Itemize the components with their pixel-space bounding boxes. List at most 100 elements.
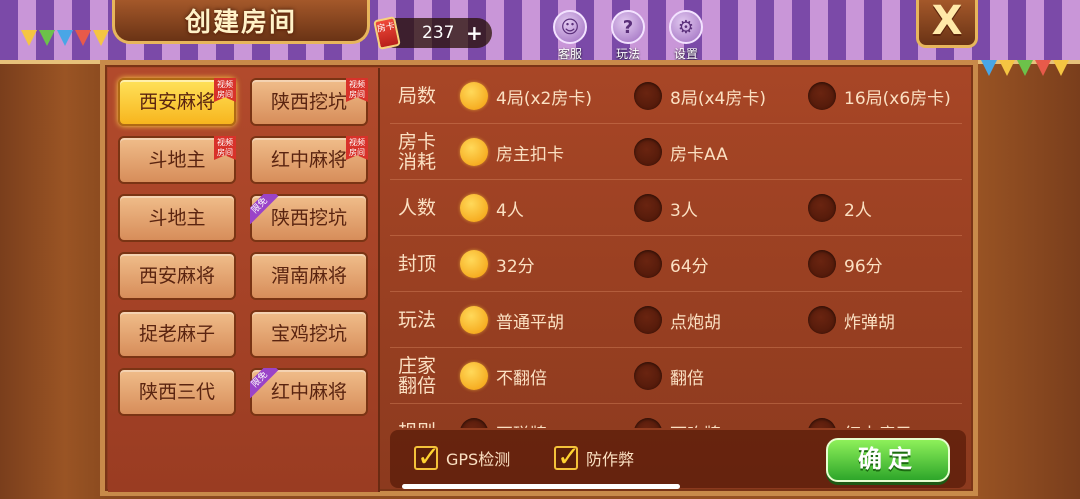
option-row: 庄家翻倍 不翻倍 翻倍 <box>390 348 962 404</box>
option-radio[interactable]: 可吃牌 <box>634 417 721 428</box>
home-indicator <box>402 484 680 489</box>
game-button[interactable]: 捉老麻子 <box>118 310 236 358</box>
gear-icon: ⚙ <box>669 10 703 44</box>
option-label: 房卡AA <box>670 144 728 165</box>
game-button[interactable]: 斗地主 <box>118 194 236 242</box>
option-label: 可吃牌 <box>670 420 721 429</box>
option-label: 不碰牌 <box>496 420 547 429</box>
option-row: 封顶 32分 64分 96分 <box>390 236 962 292</box>
free-tag-label: 限免 <box>250 194 279 224</box>
gps-check-checkbox[interactable]: GPS检测 <box>414 440 511 473</box>
page-title: 创建房间 <box>184 8 297 38</box>
radio-empty-icon <box>634 194 662 222</box>
game-button[interactable]: 西安麻将 视频房间 <box>118 78 236 126</box>
option-label: 炸弹胡 <box>844 312 895 333</box>
option-radio[interactable]: 4局(x2房卡) <box>460 81 592 111</box>
video-room-tag: 视频房间 <box>214 136 236 160</box>
radio-selected-icon <box>460 194 488 222</box>
confirm-button[interactable]: 确定 <box>826 438 950 482</box>
option-radio[interactable]: 红中癞子 <box>808 417 912 428</box>
option-radio[interactable]: 房卡AA <box>634 137 728 167</box>
game-label: 陕西三代 <box>138 381 215 403</box>
video-room-tag: 视频房间 <box>346 136 368 160</box>
game-button[interactable]: 红中麻将 视频房间 <box>250 136 368 184</box>
free-tag: 限免 <box>250 194 280 224</box>
option-radio[interactable]: 32分 <box>460 249 535 279</box>
game-label: 陕西挖坑 <box>270 207 347 229</box>
game-button[interactable]: 斗地主 视频房间 <box>118 136 236 184</box>
service-icon: ☺ <box>553 10 587 44</box>
option-label: 8局(x4房卡) <box>670 88 766 109</box>
option-label: 64分 <box>670 256 709 277</box>
close-button[interactable]: X <box>916 0 978 48</box>
radio-selected-icon <box>460 306 488 334</box>
game-label: 西安麻将 <box>138 91 215 113</box>
option-row-label: 局数 <box>398 85 437 107</box>
options-panel: 局数 4局(x2房卡) 8局(x4房卡) 16局(x6房卡) 房卡消耗 房主扣卡 房卡AA 人… <box>390 68 972 428</box>
option-radio[interactable]: 普通平胡 <box>460 305 564 335</box>
option-label: 2人 <box>844 200 872 221</box>
video-room-tag: 视频房间 <box>346 78 368 102</box>
option-label: 3人 <box>670 200 698 221</box>
option-row-label: 庄家翻倍 <box>398 355 437 397</box>
game-label: 红中麻将 <box>270 381 347 403</box>
option-label: 16局(x6房卡) <box>844 88 951 109</box>
radio-empty-icon <box>634 82 662 110</box>
game-button[interactable]: 红中麻将 限免 <box>250 368 368 416</box>
radio-empty-icon <box>634 138 662 166</box>
game-button[interactable]: 宝鸡挖坑 <box>250 310 368 358</box>
option-radio[interactable]: 2人 <box>808 193 872 223</box>
radio-empty-icon <box>808 250 836 278</box>
game-label: 斗地主 <box>148 207 206 229</box>
game-label: 斗地主 <box>148 149 206 171</box>
game-button[interactable]: 陕西挖坑 限免 <box>250 194 368 242</box>
game-label: 捉老麻子 <box>138 323 215 345</box>
anti-cheat-checkbox[interactable]: 防作弊 <box>554 440 634 473</box>
option-label: 4局(x2房卡) <box>496 88 592 109</box>
option-radio[interactable]: 点炮胡 <box>634 305 721 335</box>
game-label: 西安麻将 <box>138 265 215 287</box>
option-radio[interactable]: 不翻倍 <box>460 361 547 391</box>
radio-empty-icon <box>634 362 662 390</box>
option-row: 规则不碰牌 可吃牌 红中癞子 <box>390 404 962 428</box>
game-label: 陕西挖坑 <box>270 91 347 113</box>
option-radio[interactable]: 房主扣卡 <box>460 137 564 167</box>
gps-check-label: GPS检测 <box>446 450 511 469</box>
option-radio[interactable]: 16局(x6房卡) <box>808 81 951 111</box>
option-radio[interactable]: 8局(x4房卡) <box>634 81 766 111</box>
option-row-label: 玩法 <box>398 309 437 331</box>
game-button[interactable]: 陕西三代 <box>118 368 236 416</box>
option-label: 红中癞子 <box>844 420 912 429</box>
radio-empty-icon <box>634 250 662 278</box>
option-row: 房卡消耗 房主扣卡 房卡AA <box>390 124 962 180</box>
radio-empty-icon <box>808 82 836 110</box>
rules-button[interactable]: ? 玩法 <box>608 10 648 62</box>
checkbox-checked-icon <box>414 440 440 473</box>
option-radio[interactable]: 翻倍 <box>634 361 704 391</box>
game-button[interactable]: 渭南麻将 <box>250 252 368 300</box>
room-card-balance: 房卡 237 + <box>373 16 492 50</box>
game-button[interactable]: 陕西挖坑 视频房间 <box>250 78 368 126</box>
option-radio[interactable]: 64分 <box>634 249 709 279</box>
bunting-right <box>980 60 1070 76</box>
radio-selected-icon <box>460 138 488 166</box>
customer-service-button[interactable]: ☺ 客服 <box>550 10 590 62</box>
bunting-left <box>20 30 110 46</box>
game-label: 宝鸡挖坑 <box>270 323 347 345</box>
option-label: 96分 <box>844 256 883 277</box>
add-room-card-button[interactable]: + <box>466 21 483 45</box>
option-row-label: 规则 <box>398 404 442 428</box>
option-row: 玩法 普通平胡 点炮胡 炸弹胡 <box>390 292 962 348</box>
radio-empty-icon <box>808 418 836 428</box>
checkbox-checked-icon <box>554 440 580 473</box>
option-radio[interactable]: 4人 <box>460 193 524 223</box>
radio-empty-icon <box>808 194 836 222</box>
option-label: 32分 <box>496 256 535 277</box>
option-radio[interactable]: 3人 <box>634 193 698 223</box>
game-button[interactable]: 西安麻将 <box>118 252 236 300</box>
option-radio[interactable]: 不碰牌 <box>460 417 547 428</box>
option-label: 不翻倍 <box>496 368 547 389</box>
settings-button[interactable]: ⚙ 设置 <box>666 10 706 62</box>
option-radio[interactable]: 96分 <box>808 249 883 279</box>
option-radio[interactable]: 炸弹胡 <box>808 305 895 335</box>
